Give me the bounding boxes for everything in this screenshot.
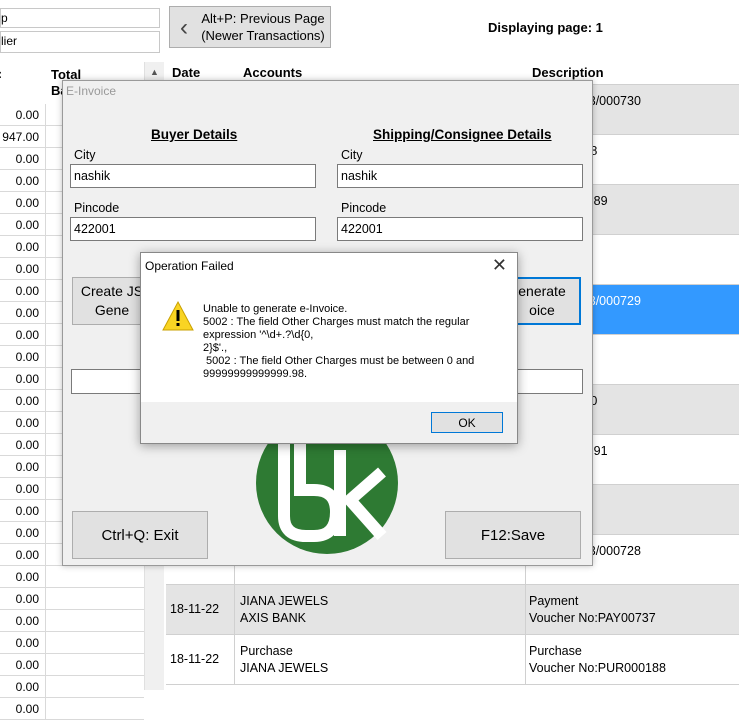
previous-page-label: Alt+P: Previous Page xyxy=(201,11,325,26)
error-line-6: 99999999999999.98. xyxy=(203,368,307,380)
error-dialog-title: Operation Failed xyxy=(145,259,234,273)
error-message: Unable to generate e-Invoice. 5002 : The… xyxy=(203,303,503,381)
left-balance-cell: 0.00 xyxy=(0,412,45,434)
chevron-left-icon: ‹ xyxy=(180,14,188,41)
scroll-up-icon[interactable]: ▲ xyxy=(145,62,164,77)
buyer-city-label: City xyxy=(74,148,96,162)
einvoice-title: E-Invoice xyxy=(66,84,117,98)
left-balance-cell: 0.00 xyxy=(0,148,45,170)
create-json-label: Create JS xyxy=(80,283,144,299)
left-total-cell xyxy=(45,610,144,632)
buyer-pincode-field[interactable]: 422001 xyxy=(70,217,316,241)
table-row[interactable]: 18-11-22 JIANA JEWELS AXIS BANK Payment Vouc… xyxy=(166,585,739,635)
left-balance-cell: 0.00 xyxy=(0,544,45,566)
operation-failed-dialog: Operation Failed ✕ Unable to generate e-… xyxy=(140,252,518,444)
filter-input-2-value: lier xyxy=(1,34,18,48)
left-balance-cell: 0.00 xyxy=(0,214,45,236)
description-line-1: Payment xyxy=(529,594,579,608)
left-balance-cell: 0.00 xyxy=(0,104,45,126)
account-line-2: JIANA JEWELS xyxy=(240,661,329,675)
save-button[interactable]: F12:Save xyxy=(445,511,581,559)
error-line-2: 5002 : The field Other Charges must matc… xyxy=(203,316,470,328)
error-line-1: Unable to generate e-Invoice. xyxy=(203,303,348,315)
left-balance-cell: 0.00 xyxy=(0,654,45,676)
ship-city-field[interactable]: nashik xyxy=(337,164,583,188)
left-balance-cell: 0.00 xyxy=(0,698,45,720)
date-cell: 18-11-22 xyxy=(166,585,234,634)
left-balance-cell: 0.00 xyxy=(0,676,45,698)
error-line-3: expression '^\d+.?\d{0, xyxy=(203,329,314,341)
account-line-1: JIANA JEWELS xyxy=(240,594,329,608)
date-cell: 18-11-22 xyxy=(166,635,234,684)
description-line-2: Voucher No:PUR000188 xyxy=(529,661,666,675)
error-footer: OK xyxy=(141,402,517,443)
date-header: Date xyxy=(172,65,201,80)
filter-input-2[interactable]: lier xyxy=(0,31,160,53)
left-balance-cell: 0.00 xyxy=(0,236,45,258)
warning-icon xyxy=(162,300,194,331)
left-balance-cell: 0.00 xyxy=(0,522,45,544)
left-balance-cell: 0.00 xyxy=(0,324,45,346)
left-balance-cell: 0.00 xyxy=(0,456,45,478)
description-cell: Payment Voucher No:PAY00737 xyxy=(525,585,739,634)
col1-header: : xyxy=(0,67,2,81)
error-line-5: 5002 : The field Other Charges must be b… xyxy=(203,355,475,367)
shipping-details-heading: Shipping/Consignee Details xyxy=(373,127,552,142)
buyer-pincode-label: Pincode xyxy=(74,201,120,215)
left-balance-cell: 0.00 xyxy=(0,258,45,280)
left-balance-cell: 0.00 xyxy=(0,368,45,390)
accounts-header: Accounts xyxy=(243,65,303,80)
left-total-cell xyxy=(45,676,144,698)
account-line-2: AXIS BANK xyxy=(240,611,306,625)
accounts-cell: JIANA JEWELS AXIS BANK xyxy=(234,585,525,634)
previous-page-button[interactable]: ‹ Alt+P: Previous Page (Newer Transactio… xyxy=(169,6,331,48)
buyer-details-heading: Buyer Details xyxy=(151,127,238,142)
generate-invoice-label: enerate xyxy=(518,283,566,299)
left-balance-cell: 0.00 xyxy=(0,478,45,500)
description-line-1: Purchase xyxy=(529,644,582,658)
ship-city-label: City xyxy=(341,148,363,162)
left-balance-cell: 0.00 xyxy=(0,566,45,588)
accounts-cell: Purchase JIANA JEWELS xyxy=(234,635,525,684)
account-line-1: Purchase xyxy=(240,644,293,658)
left-total-cell xyxy=(45,698,144,720)
left-balance-cell: 0.00 xyxy=(0,610,45,632)
error-body: Unable to generate e-Invoice. 5002 : The… xyxy=(141,278,517,402)
filter-input-1-value: p xyxy=(1,11,8,25)
left-balance-cell: 0.00 xyxy=(0,192,45,214)
date-text: 18-11-22 xyxy=(170,652,220,666)
left-balance-cell: 0.00 xyxy=(0,434,45,456)
left-balance-cell: 0.00 xyxy=(0,302,45,324)
date-text: 18-11-22 xyxy=(170,602,220,616)
ship-pincode-label: Pincode xyxy=(341,201,387,215)
table-row[interactable]: 18-11-22 Purchase JIANA JEWELS Purchase Vouc… xyxy=(166,635,739,685)
left-total-cell xyxy=(45,588,144,610)
create-json-sublabel: Gene xyxy=(94,302,130,318)
filter-input-1[interactable]: p xyxy=(0,8,160,28)
left-balance-cell: 0.00 xyxy=(0,390,45,412)
generate-invoice-sublabel: oice xyxy=(529,302,555,318)
left-balance-cell: 0.00 xyxy=(0,280,45,302)
left-total-cell xyxy=(45,566,144,588)
error-line-4: 2}$'., xyxy=(203,342,228,354)
description-cell: Purchase Voucher No:PUR000188 xyxy=(525,635,739,684)
left-total-cell xyxy=(45,632,144,654)
exit-button[interactable]: Ctrl+Q: Exit xyxy=(72,511,208,559)
ok-button[interactable]: OK xyxy=(431,412,503,433)
close-icon[interactable]: ✕ xyxy=(492,255,507,276)
buyer-city-field[interactable]: nashik xyxy=(70,164,316,188)
previous-page-sublabel: (Newer Transactions) xyxy=(201,28,325,43)
ship-pincode-field[interactable]: 422001 xyxy=(337,217,583,241)
page-indicator: Displaying page: 1 xyxy=(488,20,603,35)
left-total-cell xyxy=(45,654,144,676)
left-balance-cell: 0.00 xyxy=(0,588,45,610)
left-balance-cell: 947.00 xyxy=(0,126,45,148)
left-balance-cell: 0.00 xyxy=(0,170,45,192)
left-balance-cell: 0.00 xyxy=(0,632,45,654)
left-balance-cell: 0.00 xyxy=(0,346,45,368)
left-balance-cell: 0.00 xyxy=(0,500,45,522)
description-header: Description xyxy=(532,65,604,80)
description-line-2: Voucher No:PAY00737 xyxy=(529,611,656,625)
